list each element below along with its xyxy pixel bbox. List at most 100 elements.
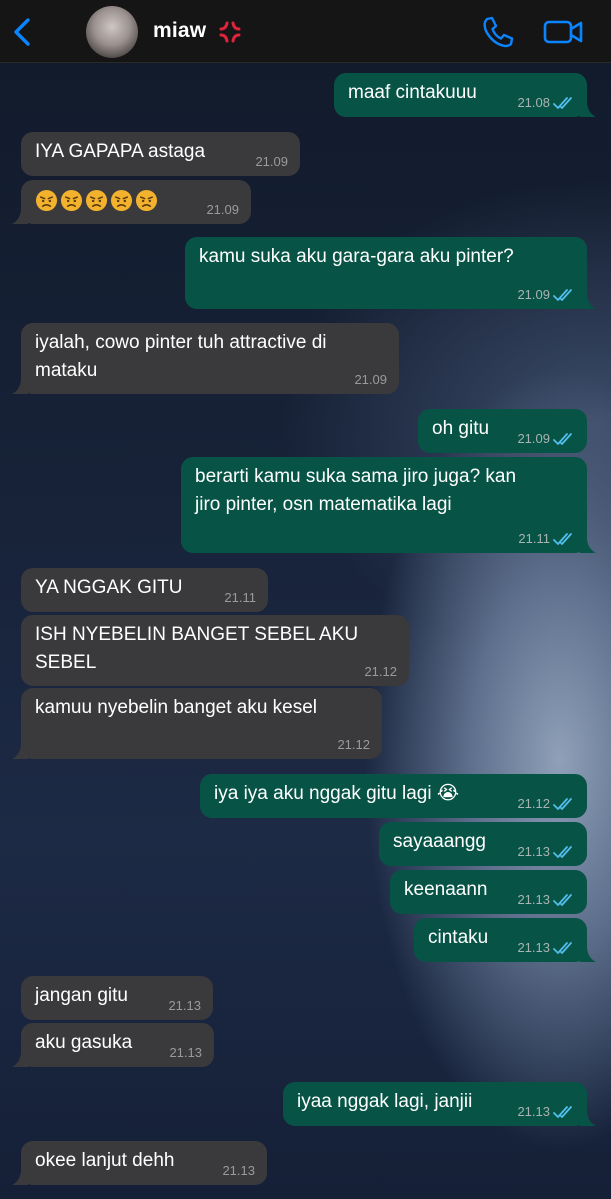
bubble-tail	[12, 210, 28, 224]
read-receipt-icon	[553, 288, 575, 302]
message-bubble-outgoing[interactable]: oh gitu 21.09	[418, 409, 587, 453]
message-bubble-incoming[interactable]: jangan gitu 21.13	[21, 976, 213, 1020]
read-receipt-icon	[553, 1105, 575, 1119]
bubble-tail	[580, 295, 596, 309]
message-time: 21.13	[169, 1045, 202, 1060]
message-bubble-incoming[interactable]: aku gasuka 21.13	[21, 1023, 214, 1067]
message-meta: 21.13	[168, 998, 201, 1014]
message-meta: 21.13	[517, 844, 575, 860]
chat-header: miaw	[0, 0, 611, 63]
message-bubble-outgoing[interactable]: keenaann 21.13	[390, 870, 587, 914]
angry-face-icon	[35, 189, 58, 212]
message-bubble-outgoing[interactable]: kamu suka aku gara-gara aku pinter? 21.0…	[185, 237, 587, 309]
message-bubble-incoming[interactable]: ISH NYEBELIN BANGET SEBEL AKU SEBEL 21.1…	[21, 615, 409, 686]
message-time: 21.13	[222, 1163, 255, 1178]
message-text: keenaann	[404, 879, 488, 900]
message-text: oh gitu	[432, 418, 490, 439]
read-receipt-icon	[553, 96, 575, 110]
message-bubble-outgoing[interactable]: iya iya aku nggak gitu lagi 😭 21.12	[200, 774, 587, 818]
message-bubble-incoming[interactable]: 21.09	[21, 180, 251, 224]
bubble-tail	[12, 380, 28, 394]
message-meta: 21.13	[517, 892, 575, 908]
bubble-tail	[580, 103, 596, 117]
message-time: 21.12	[337, 737, 370, 752]
message-text-line: jiro pinter, osn matematika lagi	[195, 494, 452, 515]
message-meta: 21.09	[517, 287, 575, 303]
bubble-tail	[12, 1171, 28, 1185]
message-meta: 21.13	[222, 1163, 255, 1179]
read-receipt-icon	[553, 845, 575, 859]
message-bubble-outgoing[interactable]: berarti kamu suka sama jiro juga? kan ji…	[181, 457, 587, 553]
message-meta: 21.12	[517, 796, 575, 812]
contact-name[interactable]: miaw	[153, 19, 206, 43]
message-text: maaf cintakuuu	[348, 82, 477, 103]
message-meta: 21.08	[517, 95, 575, 111]
message-meta: 21.13	[517, 940, 575, 956]
message-bubble-incoming[interactable]: iyalah, cowo pinter tuh attractive di ma…	[21, 323, 399, 394]
message-text: kamuu nyebelin banget aku kesel	[35, 697, 318, 718]
message-meta: 21.09	[517, 431, 575, 447]
read-receipt-icon	[553, 893, 575, 907]
message-bubble-outgoing[interactable]: cintaku 21.13	[414, 918, 587, 962]
message-bubble-outgoing[interactable]: iyaa nggak lagi, janjii 21.13	[283, 1082, 587, 1126]
message-bubble-incoming[interactable]: kamuu nyebelin banget aku kesel 21.12	[21, 688, 382, 759]
message-text: IYA GAPAPA astaga	[35, 141, 206, 162]
message-text: iyaa nggak lagi, janjii	[297, 1091, 473, 1112]
message-time: 21.13	[517, 940, 550, 955]
read-receipt-icon	[553, 432, 575, 446]
message-time: 21.09	[255, 154, 288, 169]
message-meta: 21.09	[354, 372, 387, 388]
message-bubble-incoming[interactable]: YA NGGAK GITU 21.11	[21, 568, 268, 612]
message-meta: 21.09	[255, 154, 288, 170]
read-receipt-icon	[553, 532, 575, 546]
message-text-line: iyalah, cowo pinter tuh attractive di	[35, 332, 327, 353]
read-receipt-icon	[553, 797, 575, 811]
message-text: iya iya aku nggak gitu lagi 😭	[214, 783, 460, 804]
message-time: 21.11	[518, 531, 550, 546]
message-text: sayaaangg	[393, 831, 486, 852]
bubble-tail	[580, 948, 596, 962]
message-time: 21.13	[517, 844, 550, 859]
video-call-icon[interactable]	[542, 17, 584, 47]
angry-face-icon	[60, 189, 83, 212]
message-meta: 21.11	[518, 531, 575, 547]
message-time: 21.12	[517, 796, 550, 811]
message-meta: 21.11	[224, 590, 256, 606]
angry-face-icon	[135, 189, 158, 212]
bubble-tail	[12, 1053, 28, 1067]
message-bubble-incoming[interactable]: okee lanjut dehh 21.13	[21, 1141, 267, 1185]
angry-face-icon	[85, 189, 108, 212]
message-time: 21.12	[364, 664, 397, 679]
angry-face-icon	[110, 189, 133, 212]
message-text: jangan gitu	[35, 985, 128, 1006]
message-bubble-outgoing[interactable]: maaf cintakuuu 21.08	[334, 73, 587, 117]
bubble-tail	[580, 539, 596, 553]
message-time: 21.09	[354, 372, 387, 387]
message-text-line: berarti kamu suka sama jiro juga? kan	[195, 466, 517, 487]
message-meta: 21.12	[364, 664, 397, 680]
message-meta: 21.09	[206, 202, 239, 218]
message-bubble-incoming[interactable]: IYA GAPAPA astaga 21.09	[21, 132, 300, 176]
message-time: 21.13	[517, 892, 550, 907]
message-meta: 21.13	[517, 1104, 575, 1120]
message-text: aku gasuka	[35, 1032, 133, 1053]
back-chevron-icon[interactable]	[8, 14, 38, 50]
message-bubble-outgoing[interactable]: sayaaangg 21.13	[379, 822, 587, 866]
bubble-tail	[580, 1112, 596, 1126]
message-time: 21.08	[517, 95, 550, 110]
bubble-tail	[12, 745, 28, 759]
message-time: 21.09	[517, 287, 550, 302]
contact-avatar[interactable]	[86, 6, 138, 58]
phone-icon[interactable]	[480, 15, 516, 49]
anger-symbol-icon	[219, 21, 241, 43]
message-text: kamu suka aku gara-gara aku pinter?	[199, 246, 514, 267]
emoji-row	[35, 189, 158, 212]
read-receipt-icon	[553, 941, 575, 955]
message-time: 21.13	[168, 998, 201, 1013]
message-time: 21.13	[517, 1104, 550, 1119]
message-time: 21.11	[224, 590, 256, 605]
message-meta: 21.13	[169, 1045, 202, 1061]
message-text: YA NGGAK GITU	[35, 577, 183, 598]
message-time: 21.09	[206, 202, 239, 217]
message-meta: 21.12	[337, 737, 370, 753]
